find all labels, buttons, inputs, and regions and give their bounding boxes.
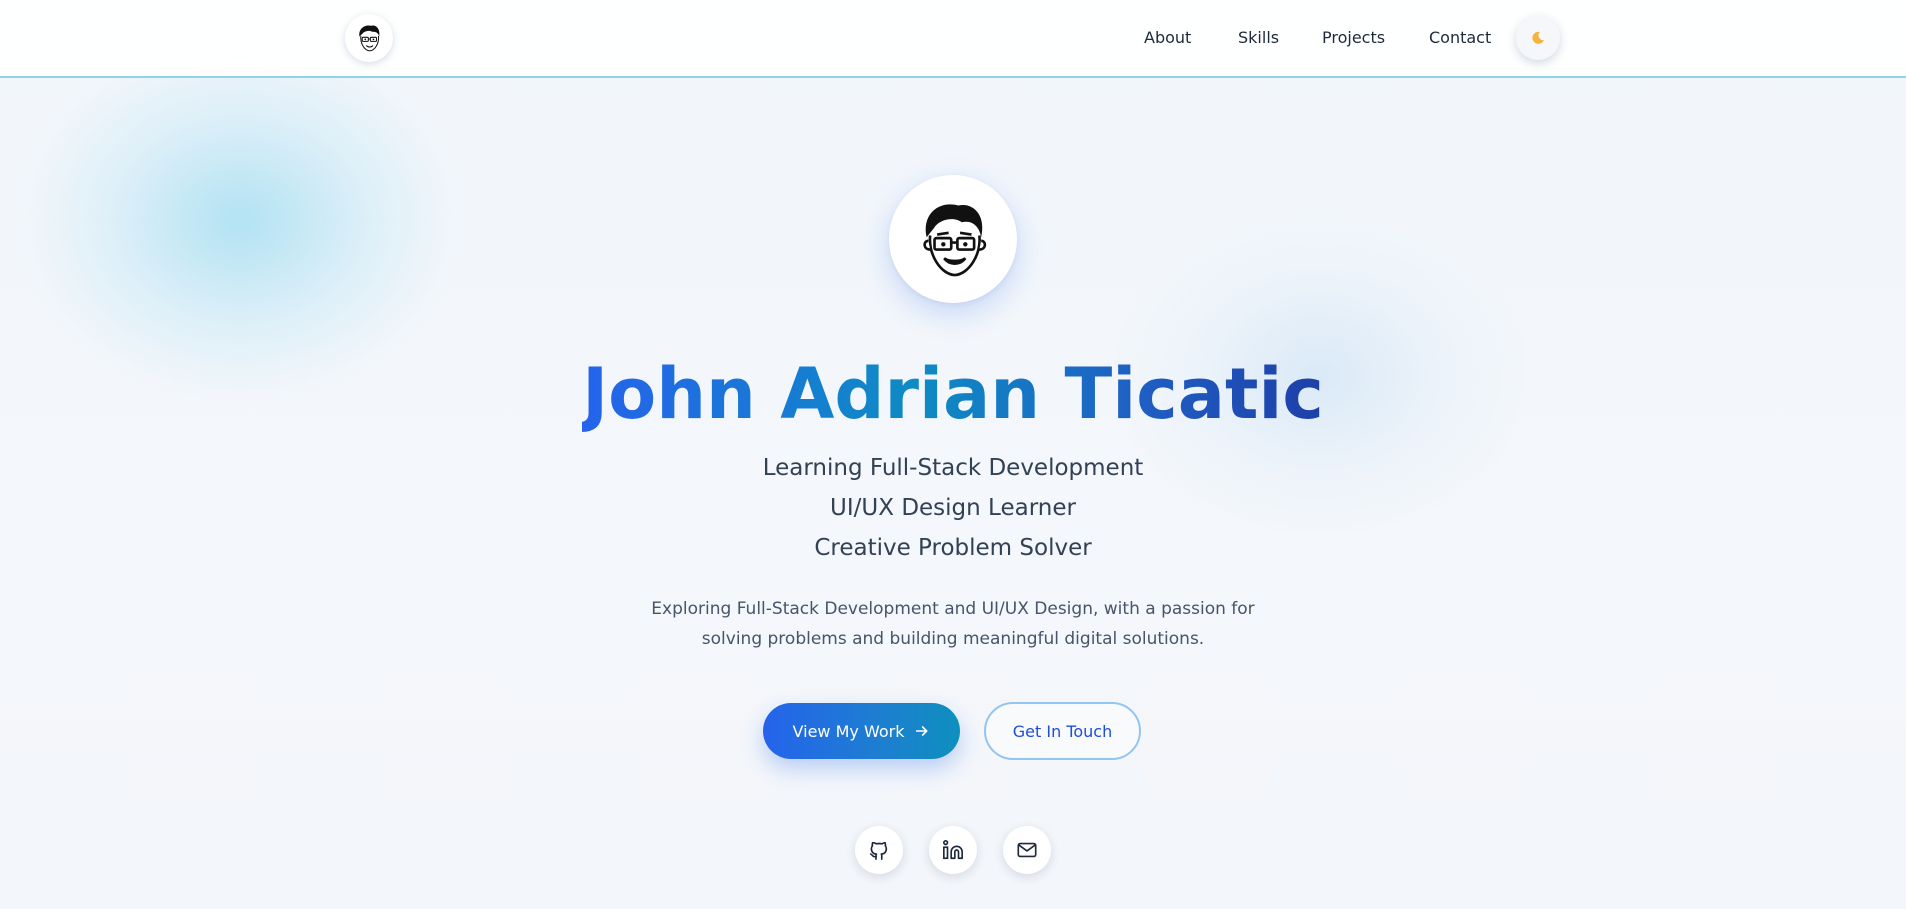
linkedin-icon (943, 840, 963, 860)
get-in-touch-button[interactable]: Get In Touch (984, 702, 1141, 760)
linkedin-link[interactable] (929, 826, 977, 874)
get-in-touch-label: Get In Touch (1012, 721, 1113, 741)
nav-links: About Skills Projects Contact (0, 0, 1906, 78)
role-line: Learning Full-Stack Development (762, 455, 1144, 481)
role-line: Creative Problem Solver (814, 535, 1092, 561)
mail-link[interactable] (1003, 826, 1051, 874)
theme-toggle-button[interactable] (1516, 16, 1560, 60)
cartoon-avatar-icon (923, 204, 987, 277)
hero-name: John Adrian Ticatic (0, 352, 1906, 436)
background-blob-left (20, 40, 460, 400)
intro-text: Exploring Full-Stack Development and UI/… (651, 599, 1255, 649)
hero-avatar (889, 175, 1017, 303)
github-icon (869, 841, 888, 860)
nav-link-about[interactable]: About (1144, 28, 1191, 47)
navbar: About Skills Projects Contact (0, 0, 1906, 78)
role-list: Learning Full-Stack Development UI/UX De… (0, 448, 1906, 568)
arrow-right-icon (916, 726, 928, 736)
view-my-work-label: View My Work (792, 721, 905, 741)
hero-name-text: John Adrian Ticatic (582, 353, 1324, 435)
view-my-work-button[interactable]: View My Work (763, 703, 960, 759)
nav-link-skills[interactable]: Skills (1238, 28, 1279, 47)
github-link[interactable] (855, 826, 903, 874)
moon-icon (1532, 31, 1544, 44)
mail-icon (1017, 842, 1037, 858)
nav-link-contact[interactable]: Contact (1429, 28, 1491, 47)
role-line: UI/UX Design Learner (830, 495, 1076, 521)
nav-link-projects[interactable]: Projects (1322, 28, 1385, 47)
